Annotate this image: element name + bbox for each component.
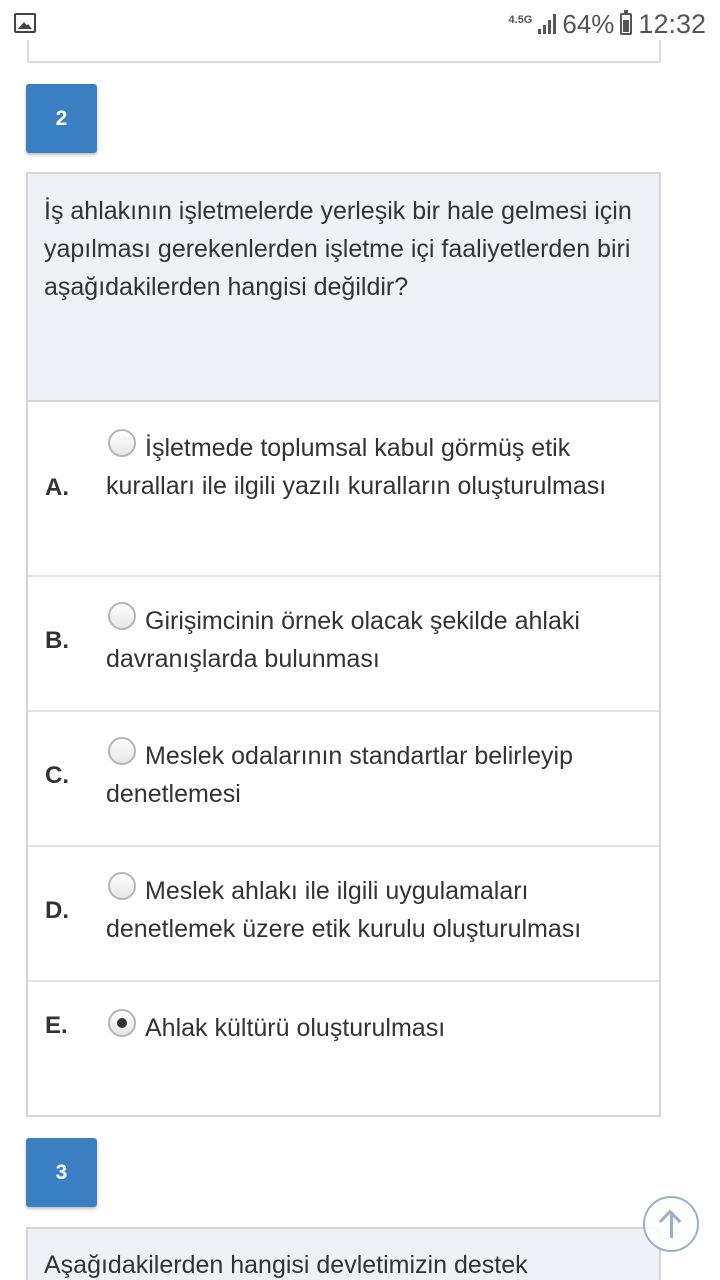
question-text: İş ahlakının işletmelerde yerleşik bir h…: [44, 197, 632, 301]
option-text: İşletmede toplumsal kabul görmüş etik ku…: [106, 434, 607, 500]
option-text: Ahlak kültürü oluşturulması: [145, 1014, 446, 1042]
question-text-box: İş ahlakının işletmelerde yerleşik bir h…: [28, 174, 659, 402]
battery-icon: [620, 10, 633, 35]
option-letter: B.: [45, 627, 69, 654]
question-number-badge: 2: [26, 84, 97, 153]
option-letter: A.: [45, 474, 69, 501]
status-indicators: 4.5G 64% 12:32: [509, 6, 706, 42]
clock: 12:32: [638, 8, 706, 39]
option-text: Girişimcinin örnek olacak şekilde ahlaki…: [106, 607, 580, 673]
scroll-to-top-button[interactable]: [643, 1196, 699, 1252]
option-e[interactable]: E. Ahlak kültürü oluşturulması: [28, 982, 659, 1115]
question-card: İş ahlakının işletmelerde yerleşik bir h…: [26, 172, 661, 1117]
option-text: Meslek odalarının standartlar belirleyip…: [106, 742, 573, 808]
question-number-badge: 3: [26, 1138, 97, 1207]
question-text: Aşağıdakilerden hangisi devletimizin des…: [44, 1251, 528, 1279]
option-letter: D.: [45, 897, 69, 924]
gallery-icon: [14, 13, 36, 33]
option-letter: E.: [45, 1012, 68, 1039]
option-b[interactable]: B. Girişimcinin örnek olacak şekilde ahl…: [28, 577, 659, 712]
option-d[interactable]: D. Meslek ahlakı ile ilgili uygulamaları…: [28, 847, 659, 982]
previous-question-card: [27, 40, 661, 63]
option-a[interactable]: A. İşletmede toplumsal kabul görmüş etik…: [28, 404, 659, 577]
option-c[interactable]: C. Meslek odalarının standartlar belirle…: [28, 712, 659, 847]
signal-icon: [538, 14, 557, 34]
option-text: Meslek ahlakı ile ilgili uygulamaları de…: [106, 877, 582, 943]
battery-percent: 64%: [562, 8, 615, 39]
next-question-card: Aşağıdakilerden hangisi devletimizin des…: [26, 1227, 661, 1280]
network-type: 4.5G: [508, 14, 533, 26]
option-letter: C.: [45, 762, 69, 789]
